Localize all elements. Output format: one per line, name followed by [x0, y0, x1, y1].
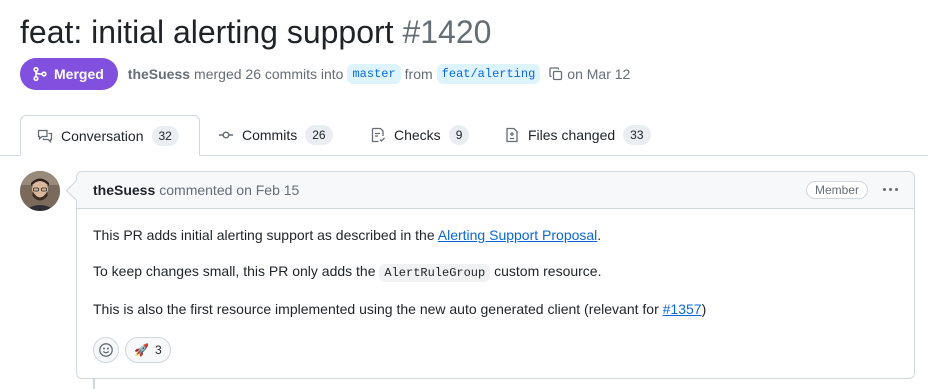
member-badge: Member — [805, 181, 868, 199]
kebab-horizontal-icon[interactable] — [883, 180, 898, 198]
git-commit-icon — [218, 127, 234, 143]
tab-checks[interactable]: Checks 9 — [354, 115, 485, 155]
copy-icon[interactable] — [548, 66, 564, 82]
issue-link[interactable]: #1357 — [663, 301, 702, 317]
merge-date: on Mar 12 — [567, 66, 631, 82]
reaction-count: 3 — [154, 343, 162, 357]
reaction-rocket[interactable]: 🚀 3 — [125, 337, 171, 363]
pr-author-link[interactable]: theSuess — [128, 66, 190, 82]
tab-count: 9 — [448, 125, 470, 145]
from-text: from — [404, 66, 433, 82]
tab-conversation[interactable]: Conversation 32 — [20, 115, 200, 156]
tab-label: Commits — [242, 127, 298, 143]
tab-files-changed[interactable]: Files changed 33 — [488, 115, 667, 155]
user-avatar-icon — [20, 171, 60, 211]
comment-paragraph: This is also the first resource implemen… — [93, 299, 898, 319]
tab-label: Conversation — [61, 127, 144, 144]
rocket-icon: 🚀 — [134, 343, 149, 357]
base-branch[interactable]: master — [347, 64, 401, 84]
tab-label: Checks — [394, 127, 441, 143]
text: To keep changes small, this PR only adds… — [93, 263, 380, 279]
text: This is also the first resource implemen… — [93, 301, 663, 317]
head-branch[interactable]: feat/alerting — [436, 64, 541, 84]
comment-discussion-icon — [37, 128, 53, 144]
alerting-proposal-link[interactable]: Alerting Support Proposal — [438, 227, 598, 243]
comment-body: This PR adds initial alerting support as… — [77, 209, 914, 319]
text: This PR adds initial alerting support as… — [93, 227, 438, 243]
pr-meta: Merged theSuess merged 26 commits into m… — [20, 58, 630, 90]
text: ) — [701, 301, 707, 317]
pr-title-text: feat: initial alerting support — [20, 14, 394, 50]
checklist-icon — [370, 127, 386, 143]
text: custom resource. — [490, 263, 602, 279]
comment-header: theSuess commented on Feb 15 Member — [77, 172, 914, 209]
tab-label: Files changed — [528, 127, 616, 143]
merged-label: Merged — [54, 66, 104, 82]
reactions: 🚀 3 — [93, 337, 171, 363]
file-diff-icon — [504, 127, 520, 143]
add-reaction-button[interactable] — [93, 337, 119, 363]
comment-card: theSuess commented on Feb 15 Member This… — [76, 171, 915, 379]
git-merge-icon — [32, 66, 48, 82]
timeline-connector — [93, 379, 95, 389]
pr-number: #1420 — [402, 14, 492, 50]
pr-title: feat: initial alerting support #1420 — [20, 10, 491, 54]
avatar[interactable] — [20, 171, 60, 211]
text: . — [597, 227, 602, 243]
smiley-icon — [99, 343, 113, 357]
comment-meta[interactable]: commented on Feb 15 — [159, 182, 299, 198]
tab-count: 33 — [623, 125, 651, 145]
merged-text: merged 26 commits into — [194, 66, 344, 82]
comment-paragraph: This PR adds initial alerting support as… — [93, 225, 898, 245]
inline-code: AlertRuleGroup — [379, 264, 491, 282]
merged-state-badge: Merged — [20, 58, 118, 90]
comment-paragraph: To keep changes small, this PR only adds… — [93, 261, 898, 283]
pr-tabs: Conversation 32 Commits 26 Checks 9 File… — [0, 115, 928, 156]
tab-count: 26 — [305, 125, 333, 145]
comment-author-link[interactable]: theSuess — [93, 182, 155, 198]
tab-count: 32 — [151, 125, 179, 146]
tab-commits[interactable]: Commits 26 — [202, 115, 349, 155]
